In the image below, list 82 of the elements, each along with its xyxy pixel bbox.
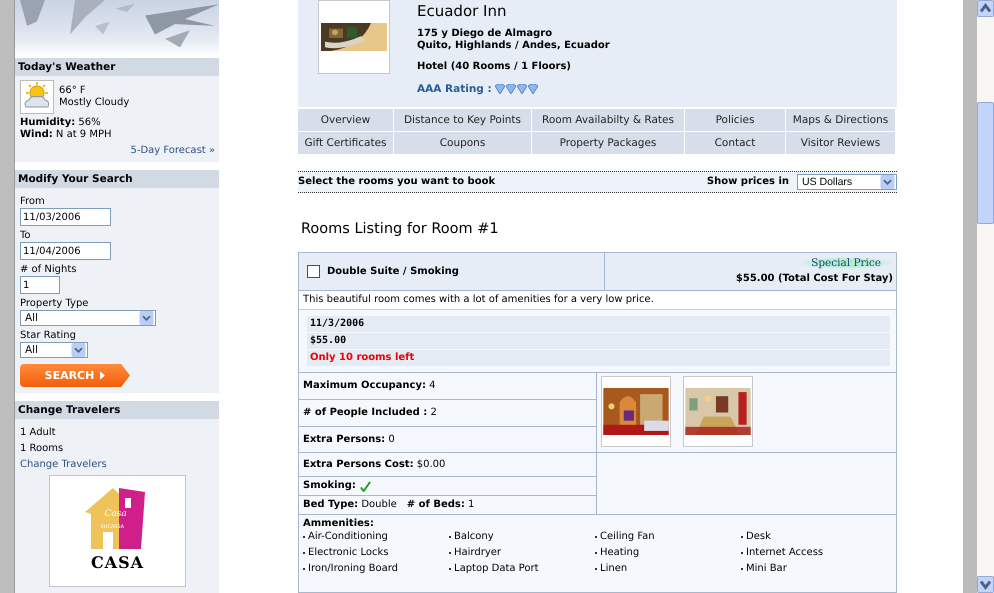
nav-tab[interactable]: Overview: [298, 109, 393, 131]
special-price-badge: Special Price: [799, 257, 893, 269]
date-field[interactable]: 11/04/2006: [20, 242, 111, 260]
currency-dropdown[interactable]: US Dollars: [797, 174, 897, 190]
total-price: $55.00 (Total Cost For Stay): [736, 273, 893, 285]
nav-tab[interactable]: Property Packages: [532, 132, 684, 154]
sun-cloud-icon: [20, 80, 54, 114]
room-detail: Bed Type: Double: [303, 499, 397, 511]
date-field[interactable]: 11/03/2006: [20, 208, 111, 226]
amenity: Mini Bar: [746, 563, 787, 575]
nav-tab[interactable]: Room Availabilty & Rates: [532, 109, 684, 131]
room-detail-label: Smoking:: [303, 480, 356, 492]
rating-label: AAA Rating :: [417, 83, 492, 95]
hotel-summary: Hotel (40 Rooms / 1 Floors): [417, 61, 572, 73]
nav-tab[interactable]: Maps & Directions: [786, 109, 895, 131]
section-header: Modify Your Search: [15, 170, 219, 188]
nav-tab[interactable]: Contact: [685, 132, 785, 154]
diamond-icon: [516, 84, 527, 94]
nightly-rate: $55.00: [307, 333, 890, 349]
room-detail: Extra Persons Cost: $0.00: [303, 458, 446, 470]
traveler-count: 1 Rooms: [20, 443, 64, 455]
currency-label: Show prices in: [706, 176, 789, 188]
star-rating-dropdown[interactable]: All: [20, 342, 88, 358]
availability-text: Only 10 rooms left: [307, 350, 890, 366]
field-label: Property Type: [20, 297, 88, 310]
weather-condition: Mostly Cloudy: [59, 97, 130, 109]
nav-tab[interactable]: Visitor Reviews: [786, 132, 895, 154]
scroll-down-button[interactable]: [977, 576, 994, 593]
forecast-link[interactable]: 5-Day Forecast »: [130, 145, 215, 156]
section-header: Today's Weather: [15, 58, 219, 76]
diamond-icon: [528, 84, 538, 94]
stay-date: 11/3/2006: [307, 316, 890, 332]
room-description: This beautiful room comes with a lot of amenities for a very low price.: [299, 291, 896, 310]
nights-field[interactable]: 1: [20, 276, 60, 294]
nav-tab[interactable]: Gift Certificates: [298, 132, 393, 154]
room-detail: # of People Included : 2: [303, 407, 437, 419]
amenity: Iron/Ironing Board: [308, 563, 398, 575]
room-name: Double Suite / Smoking: [327, 266, 459, 278]
amenity: Heating: [600, 547, 640, 559]
property-type-dropdown[interactable]: All: [20, 310, 156, 326]
booking-instruction: Select the rooms you want to book: [298, 176, 496, 188]
amenities-title: Ammenities:: [303, 518, 375, 530]
field-label: Star Rating: [20, 329, 76, 342]
caret-icon[interactable]: [71, 343, 86, 357]
amenity: Desk: [746, 531, 771, 543]
room-detail: Extra Persons: 0: [303, 434, 395, 446]
play-icon: [100, 371, 106, 380]
amenity: Electronic Locks: [308, 547, 388, 559]
section-header: Change Travelers: [15, 401, 219, 419]
scroll-up-button[interactable]: [977, 0, 994, 17]
nav-tab[interactable]: Coupons: [394, 132, 531, 154]
field-label: From: [20, 195, 45, 208]
traveler-count: 1 Adult: [20, 427, 57, 439]
room-checkbox[interactable]: [307, 265, 320, 278]
nav-tab[interactable]: Distance to Key Points: [394, 109, 531, 131]
amenity: Air-Conditioning: [308, 531, 388, 543]
scrollbar[interactable]: [977, 0, 994, 593]
nav-tab[interactable]: Policies: [685, 109, 785, 131]
listing-title: Rooms Listing for Room #1: [301, 220, 500, 238]
field-label: To: [20, 229, 31, 242]
change-travelers-link[interactable]: Change Travelers: [20, 459, 215, 471]
amenity: Ceiling Fan: [600, 531, 655, 543]
field-label: # of Nights: [20, 263, 76, 276]
amenity: Hairdryer: [454, 547, 502, 559]
amenity: Linen: [600, 563, 628, 575]
room-detail: # of Beds: 1: [406, 499, 474, 511]
humidity-text: Humidity: 56%: [20, 117, 102, 129]
amenity: Balcony: [454, 531, 494, 543]
amenity: Laptop Data Port: [454, 563, 538, 575]
caret-icon[interactable]: [139, 311, 154, 325]
diamond-icon: [506, 84, 516, 94]
amenity: Internet Access: [746, 547, 824, 559]
temperature: 66° F: [59, 85, 87, 97]
address-line: Quito, Highlands / Andes, Ecuador: [417, 40, 610, 52]
diamond-icon: [494, 84, 505, 94]
logo-wordmark: CASA: [90, 553, 144, 572]
room-detail: Maximum Occupancy: 4: [303, 380, 436, 392]
wind-text: Wind: N at 9 MPH: [20, 129, 113, 141]
address-line: 175 y Diego de Almagro: [417, 28, 554, 40]
caret-icon[interactable]: [880, 175, 895, 189]
scroll-thumb[interactable]: [977, 102, 994, 224]
hotel-name: Ecuador Inn: [417, 2, 508, 20]
